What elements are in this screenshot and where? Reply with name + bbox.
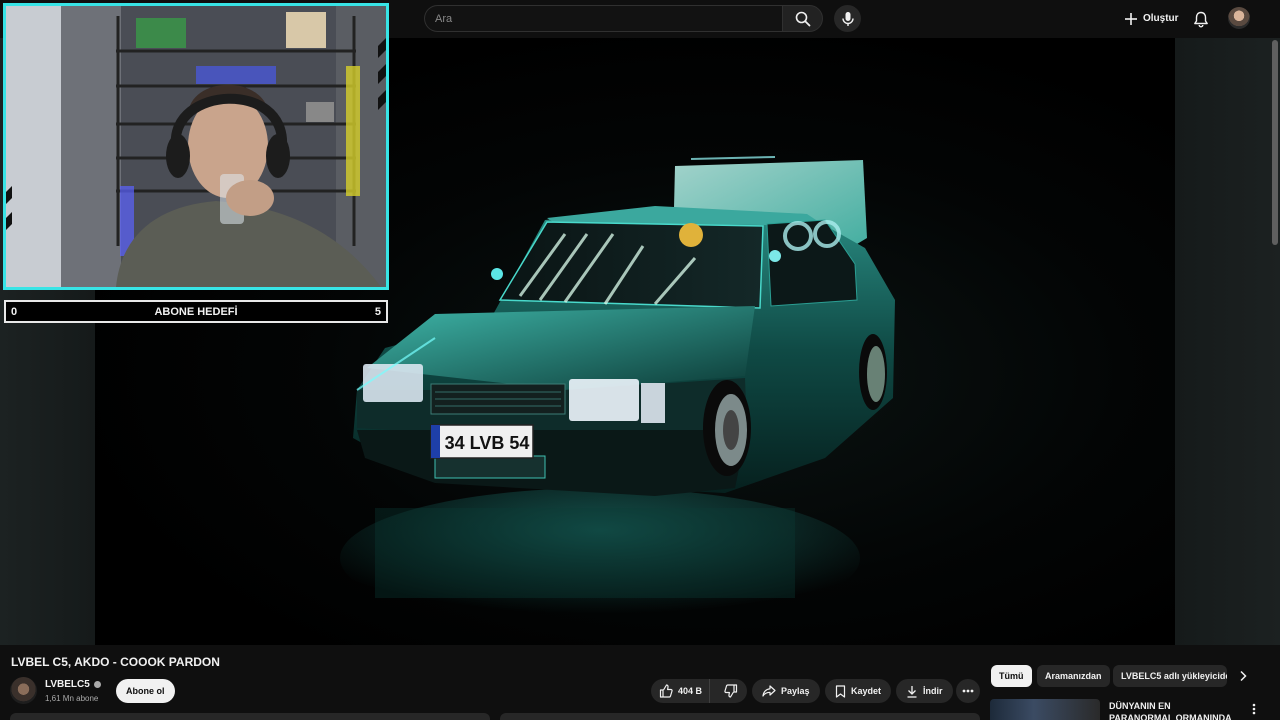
chip-related-search[interactable]: Aramanızdan (1037, 665, 1110, 687)
bookmark-icon (835, 684, 846, 698)
more-vertical-icon (1252, 703, 1256, 715)
share-button[interactable]: Paylaş (752, 679, 820, 703)
search-button[interactable] (782, 5, 823, 32)
download-button[interactable]: İndir (896, 679, 953, 703)
webcam-feed (6, 6, 386, 287)
comment-box[interactable] (500, 713, 980, 720)
search-input[interactable] (435, 12, 782, 25)
dislike-button[interactable] (715, 679, 747, 703)
page: Oluştur (0, 0, 1280, 720)
channel-name: LVBELC5 (45, 679, 90, 690)
more-actions-button[interactable] (956, 679, 980, 703)
chip-all[interactable]: Tümü (991, 665, 1032, 687)
voice-search-button[interactable] (834, 5, 861, 32)
subscriber-count: 1,61 Mn abone (45, 694, 99, 703)
description-box[interactable] (10, 713, 490, 720)
download-label: İndir (923, 686, 943, 696)
more-icon (962, 689, 974, 693)
like-button[interactable]: 404 B (651, 679, 710, 703)
chevron-right-icon (1240, 670, 1247, 682)
notifications-button[interactable] (1190, 8, 1212, 30)
dislike-icon (724, 684, 738, 698)
channel-avatar[interactable] (10, 677, 37, 704)
like-icon (659, 684, 673, 698)
chips-next-button[interactable] (1234, 667, 1252, 685)
share-icon (762, 685, 776, 697)
recommended-video-thumbnail[interactable] (990, 699, 1100, 720)
like-count: 404 B (678, 686, 703, 696)
ambient-right (1175, 38, 1280, 645)
search-icon (795, 11, 810, 26)
account-avatar[interactable] (1228, 7, 1250, 29)
goal-start-value: 0 (11, 305, 18, 318)
page-scrollbar[interactable] (1272, 40, 1278, 245)
like-dislike-group: 404 B (651, 679, 747, 703)
mic-icon (841, 11, 854, 26)
create-button[interactable]: Oluştur (1116, 6, 1187, 31)
search-box[interactable] (424, 5, 782, 32)
subscribe-button[interactable]: Abone ol (116, 679, 175, 703)
save-label: Kaydet (851, 686, 882, 696)
webcam-overlay (3, 3, 389, 290)
share-label: Paylaş (781, 686, 810, 696)
license-plate-text: 34 LVB 54 (445, 433, 530, 453)
verified-icon (93, 681, 101, 688)
channel-name-link[interactable]: LVBELC5 (45, 679, 101, 690)
goal-target-value: 5 (374, 305, 381, 318)
recommended-video-menu-button[interactable] (1248, 701, 1260, 717)
subscriber-goal-bar: 0 ABONE HEDEFİ 5 (4, 300, 388, 323)
download-icon (907, 685, 917, 698)
chip-from-uploader[interactable]: LVBELC5 adlı yükleyiciden (1113, 665, 1227, 687)
video-title: LVBEL C5, AKDO - COOOK PARDON (11, 655, 220, 669)
create-label: Oluştur (1143, 13, 1179, 24)
bell-icon (1194, 11, 1208, 27)
recommended-video-title[interactable]: DÜNYANIN EN PARANORMAL ORMANINDA 1 GECE! (1109, 700, 1237, 720)
save-button[interactable]: Kaydet (825, 679, 892, 703)
plus-icon (1125, 12, 1137, 25)
goal-title: ABONE HEDEFİ (154, 305, 238, 318)
